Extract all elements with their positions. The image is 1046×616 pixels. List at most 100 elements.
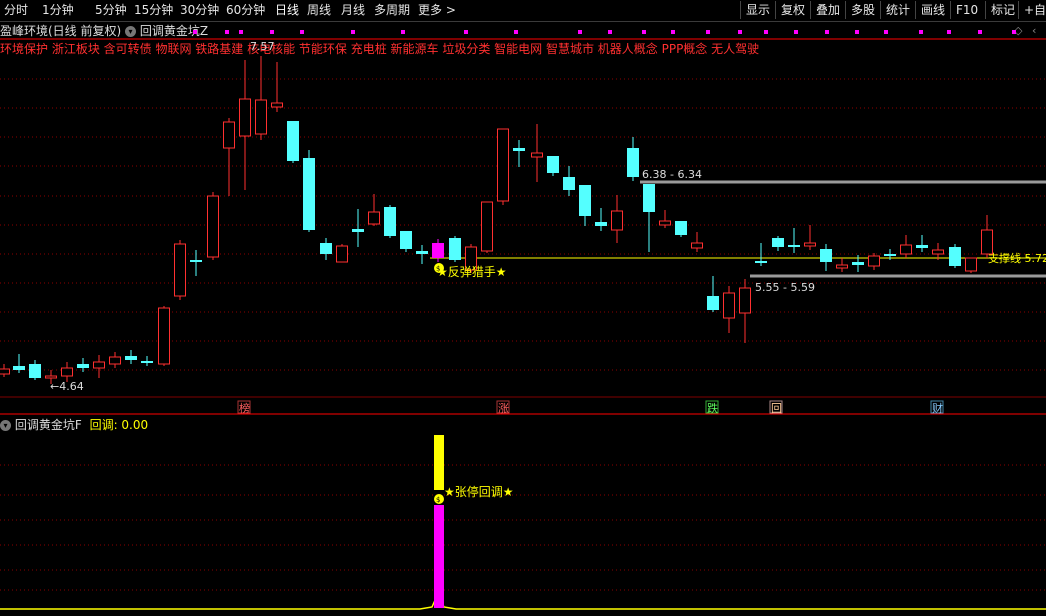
candle-body [579,185,591,216]
candle [723,286,735,333]
candle [579,185,591,226]
candle [207,192,219,260]
candle-body [981,229,993,255]
candle-body [868,255,880,267]
candle-body [255,99,267,135]
candle [141,356,153,366]
candle-body [239,98,251,137]
event-dot [464,30,468,34]
candle [0,364,10,377]
candle [125,350,137,364]
support-line-label: 支撑线 5.72 [988,251,1046,265]
candle-body [949,247,961,266]
candle [497,128,509,205]
candle [531,124,543,182]
candle-body [836,264,848,269]
candle [223,118,235,196]
candle-body [287,121,299,161]
event-dot [947,30,951,34]
candle [804,225,816,250]
indicator-bar-yellow [434,435,444,490]
candle-body [93,361,105,369]
candle-body [563,177,575,190]
candle [788,228,800,253]
candle-body [368,211,380,225]
candlestick-chart[interactable]: 7.57 ←4.64 6.38 - 6.34 5.55 - 5.59 支撑线 5… [0,0,1046,616]
candle-body [400,231,412,249]
candle [255,56,267,140]
grid-lines [0,78,1046,591]
candle-body [772,238,784,247]
event-dot [193,30,197,34]
event-dot [764,30,768,34]
candle-body [207,195,219,258]
candle [271,62,283,112]
candle [368,194,380,226]
candle-body [158,307,170,365]
candle-body [513,148,525,151]
support-label: 5.55 - 5.59 [755,281,815,294]
event-dot [514,30,518,34]
candle [174,240,186,300]
candle-body [739,287,751,314]
low-label: ←4.64 [50,380,84,393]
candle-body [691,242,703,249]
candle-body [384,207,396,236]
candle-body [531,152,543,158]
candle [820,244,832,271]
event-dot [855,30,859,34]
candle [109,352,121,368]
candle [772,236,784,251]
candle-body [336,245,348,263]
marker-zhang: 涨 [498,402,509,415]
candle-body [932,249,944,255]
candle [449,236,461,262]
candle [900,235,912,258]
candle-body [190,260,202,262]
marker-cai: 财 [932,401,943,415]
candle-body [675,221,687,235]
candle-body [804,242,816,247]
candle-body [141,361,153,363]
candle-body [820,249,832,262]
candle-body [174,243,186,297]
candle [158,306,170,366]
candle [432,239,444,262]
candle [595,208,607,231]
candle [61,362,73,382]
candle-body [303,158,315,230]
candle [336,244,348,263]
candle [547,156,559,176]
candle-body [449,238,461,260]
event-dot [794,30,798,34]
candle [611,195,623,243]
candle-body [723,292,735,319]
candle [93,355,105,378]
event-dot [225,30,229,34]
event-dot [270,30,274,34]
candle-body [109,356,121,365]
candle-body [0,368,10,375]
candle [965,257,977,273]
candle [868,253,880,270]
candle [416,245,428,264]
candle-body [352,229,364,232]
candle-body [416,251,428,254]
candle-body [611,210,623,231]
event-dot [239,30,243,34]
event-dot [608,30,612,34]
candle-body [320,243,332,254]
signal-label: ★反弹猎手★ [437,265,507,279]
candle [707,276,719,312]
event-dot [919,30,923,34]
candle [352,209,364,247]
event-dot [671,30,675,34]
candle [675,221,687,237]
candle-body [659,220,671,226]
candle [932,243,944,260]
event-dot [978,30,982,34]
candle [287,121,299,163]
candle [691,232,703,252]
candle [627,137,639,181]
event-dot [300,30,304,34]
